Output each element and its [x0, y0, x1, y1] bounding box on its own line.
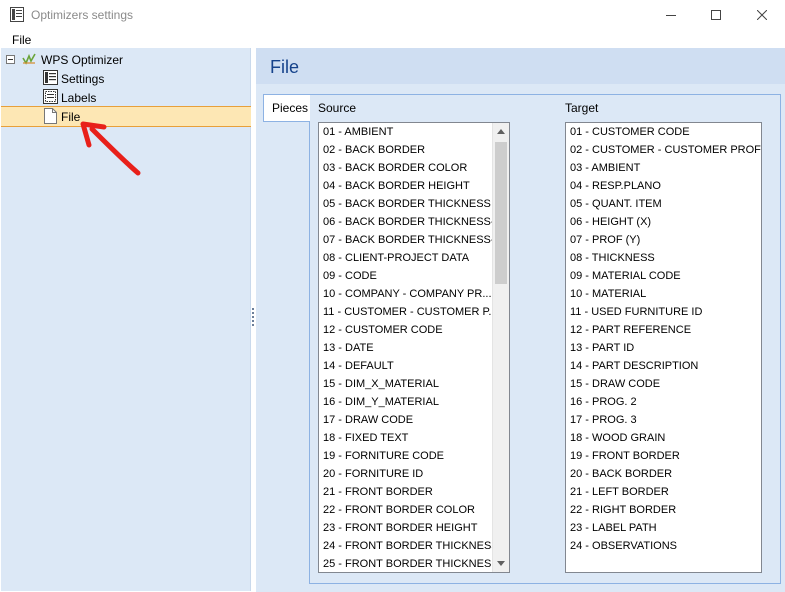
- list-item[interactable]: 11 - USED FURNITURE ID: [566, 303, 761, 321]
- chevron-down-icon: [497, 561, 505, 566]
- list-item[interactable]: 14 - PART DESCRIPTION: [566, 357, 761, 375]
- list-item[interactable]: 13 - DATE: [319, 339, 509, 357]
- list-item[interactable]: 19 - FORNITURE CODE: [319, 447, 509, 465]
- list-item[interactable]: 02 - BACK BORDER: [319, 141, 509, 159]
- list-item[interactable]: 08 - CLIENT-PROJECT DATA: [319, 249, 509, 267]
- list-item[interactable]: 24 - FRONT BORDER THICKNESS: [319, 537, 509, 555]
- list-item[interactable]: 12 - CUSTOMER CODE: [319, 321, 509, 339]
- tab-label: Pieces: [272, 101, 309, 115]
- scroll-up-button[interactable]: [493, 123, 509, 140]
- list-item[interactable]: 22 - RIGHT BORDER: [566, 501, 761, 519]
- source-scrollbar[interactable]: [492, 123, 509, 572]
- title-bar: Optimizers settings: [0, 0, 785, 30]
- splitter-grip[interactable]: [252, 308, 255, 328]
- list-item[interactable]: 11 - CUSTOMER - CUSTOMER P...: [319, 303, 509, 321]
- list-item[interactable]: 20 - FORNITURE ID: [319, 465, 509, 483]
- list-item[interactable]: 07 - PROF (Y): [566, 231, 761, 249]
- tab-pieces[interactable]: Pieces: [263, 94, 310, 122]
- tree-item-settings[interactable]: Settings: [61, 69, 104, 88]
- list-item[interactable]: 16 - DIM_Y_MATERIAL: [319, 393, 509, 411]
- list-item[interactable]: 08 - THICKNESS: [566, 249, 761, 267]
- tree-item-wps-optimizer[interactable]: WPS Optimizer: [41, 50, 123, 69]
- target-label: Target: [565, 101, 599, 115]
- app-settings-icon: [10, 7, 24, 22]
- list-item[interactable]: 10 - COMPANY - COMPANY PR...: [319, 285, 509, 303]
- scroll-thumb[interactable]: [495, 142, 507, 284]
- source-list-items: 01 - AMBIENT 02 - BACK BORDER 03 - BACK BO…: [319, 123, 509, 572]
- window-title: Optimizers settings: [31, 8, 134, 22]
- list-item[interactable]: 23 - FRONT BORDER HEIGHT: [319, 519, 509, 537]
- maximize-icon: [711, 10, 721, 20]
- close-button[interactable]: [739, 0, 785, 30]
- list-item[interactable]: 05 - QUANT. ITEM: [566, 195, 761, 213]
- list-item[interactable]: 24 - OBSERVATIONS: [566, 537, 761, 555]
- list-item[interactable]: 01 - CUSTOMER CODE: [566, 123, 761, 141]
- list-item[interactable]: 21 - FRONT BORDER: [319, 483, 509, 501]
- list-item[interactable]: 22 - FRONT BORDER COLOR: [319, 501, 509, 519]
- list-item[interactable]: 09 - CODE: [319, 267, 509, 285]
- content-pane: File Pieces Source Target 01 - AMBIENT 02…: [256, 48, 785, 592]
- list-item[interactable]: 17 - DRAW CODE: [319, 411, 509, 429]
- list-item[interactable]: 05 - BACK BORDER THICKNESS: [319, 195, 509, 213]
- scroll-down-button[interactable]: [493, 555, 509, 572]
- list-item[interactable]: 06 - HEIGHT (X): [566, 213, 761, 231]
- pieces-panel: Source Target 01 - AMBIENT 02 - BACK BORD…: [309, 94, 781, 584]
- source-label: Source: [318, 101, 357, 115]
- document-icon: [44, 108, 57, 124]
- tree-item-label: Labels: [61, 90, 97, 105]
- list-item[interactable]: 03 - BACK BORDER COLOR: [319, 159, 509, 177]
- target-list-items: 01 - CUSTOMER CODE 02 - CUSTOMER - CUSTOM…: [566, 123, 761, 555]
- close-icon: [757, 10, 767, 20]
- settings-grid-icon: [43, 70, 58, 85]
- list-item[interactable]: 02 - CUSTOMER - CUSTOMER PROFI...: [566, 141, 761, 159]
- list-item[interactable]: 18 - FIXED TEXT: [319, 429, 509, 447]
- list-item[interactable]: 01 - AMBIENT: [319, 123, 509, 141]
- list-item[interactable]: 20 - BACK BORDER: [566, 465, 761, 483]
- labels-icon: [43, 89, 58, 104]
- tree-collapse-toggle[interactable]: [6, 55, 15, 64]
- list-item[interactable]: 15 - DRAW CODE: [566, 375, 761, 393]
- list-item[interactable]: 15 - DIM_X_MATERIAL: [319, 375, 509, 393]
- list-item[interactable]: 03 - AMBIENT: [566, 159, 761, 177]
- page-title: File: [270, 57, 300, 77]
- page-header: File: [256, 48, 785, 84]
- chevron-up-icon: [497, 129, 505, 134]
- list-item[interactable]: 18 - WOOD GRAIN: [566, 429, 761, 447]
- list-item[interactable]: 14 - DEFAULT: [319, 357, 509, 375]
- list-item[interactable]: 07 - BACK BORDER THICKNESS-...: [319, 231, 509, 249]
- list-item[interactable]: 23 - LABEL PATH: [566, 519, 761, 537]
- minimize-icon: [666, 15, 676, 16]
- tree-item-label: Settings: [61, 71, 105, 86]
- menu-bar: File: [0, 30, 785, 48]
- list-item[interactable]: 25 - FRONT BORDER THICKNES...: [319, 555, 509, 572]
- list-item[interactable]: 10 - MATERIAL: [566, 285, 761, 303]
- tree-item-label: WPS Optimizer: [41, 52, 124, 67]
- maximize-button[interactable]: [693, 0, 739, 30]
- minimize-button[interactable]: [648, 0, 694, 30]
- list-item[interactable]: 13 - PART ID: [566, 339, 761, 357]
- list-item[interactable]: 17 - PROG. 3: [566, 411, 761, 429]
- list-item[interactable]: 19 - FRONT BORDER: [566, 447, 761, 465]
- menu-file[interactable]: File: [12, 33, 31, 47]
- target-list[interactable]: 01 - CUSTOMER CODE 02 - CUSTOMER - CUSTOM…: [565, 122, 762, 573]
- list-item[interactable]: 12 - PART REFERENCE: [566, 321, 761, 339]
- tree-item-labels[interactable]: Labels: [61, 88, 96, 107]
- source-list[interactable]: 01 - AMBIENT 02 - BACK BORDER 03 - BACK BO…: [318, 122, 510, 573]
- list-item[interactable]: 09 - MATERIAL CODE: [566, 267, 761, 285]
- list-item[interactable]: 06 - BACK BORDER THICKNESS-...: [319, 213, 509, 231]
- list-item[interactable]: 21 - LEFT BORDER: [566, 483, 761, 501]
- list-item[interactable]: 04 - BACK BORDER HEIGHT: [319, 177, 509, 195]
- annotation-arrow-icon: [80, 121, 141, 176]
- list-item[interactable]: 16 - PROG. 2: [566, 393, 761, 411]
- list-item[interactable]: 04 - RESP.PLANO: [566, 177, 761, 195]
- wps-optimizer-icon: [22, 53, 36, 65]
